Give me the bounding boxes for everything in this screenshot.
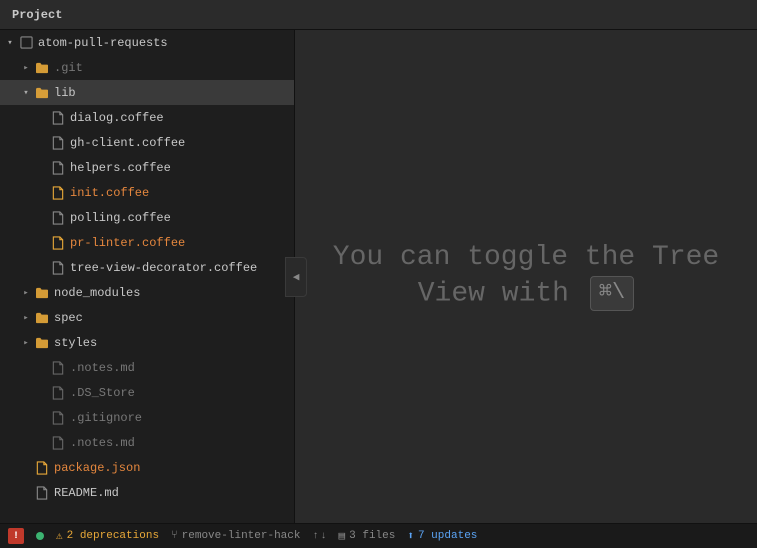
branch-icon: ⑂ bbox=[171, 530, 178, 542]
tree-item-root[interactable]: ▾ atom-pull-requests bbox=[0, 30, 294, 55]
label-readme: README.md bbox=[54, 486, 294, 500]
icon-root bbox=[18, 35, 34, 51]
tree-item-gitignore[interactable]: ▸ .gitignore bbox=[0, 405, 294, 430]
icon-notes2 bbox=[50, 435, 66, 451]
icon-package bbox=[34, 460, 50, 476]
updates-icon: ⬆ bbox=[407, 529, 414, 543]
toggle-tree-view-button[interactable]: ◀ bbox=[285, 257, 307, 297]
tree-item-polling[interactable]: ▸ polling.coffee bbox=[0, 205, 294, 230]
icon-notes1 bbox=[50, 360, 66, 376]
label-node_modules: node_modules bbox=[54, 286, 294, 300]
connection-status-dot bbox=[36, 532, 44, 540]
tree-item-notes1[interactable]: ▸ .notes.md bbox=[0, 355, 294, 380]
tree-arrow-root: ▾ bbox=[4, 37, 16, 49]
icon-gitignore bbox=[50, 410, 66, 426]
icon-lib bbox=[34, 85, 50, 101]
label-helpers: helpers.coffee bbox=[70, 161, 294, 175]
updates-count[interactable]: ⬆ 7 updates bbox=[407, 529, 477, 543]
icon-node_modules bbox=[34, 285, 50, 301]
tree-arrow-node_modules: ▸ bbox=[20, 287, 32, 299]
tree-item-dialog[interactable]: ▸ dialog.coffee bbox=[0, 105, 294, 130]
files-count: ▤ 3 files bbox=[339, 529, 396, 543]
label-gitignore: .gitignore bbox=[70, 411, 294, 425]
icon-tree-view bbox=[50, 260, 66, 276]
main-content: ▾ atom-pull-requests▸ .git▾ lib▸ dialog.… bbox=[0, 30, 757, 523]
icon-helpers bbox=[50, 160, 66, 176]
label-spec: spec bbox=[54, 311, 294, 325]
icon-init bbox=[50, 185, 66, 201]
tree-item-package[interactable]: ▸ package.json bbox=[0, 455, 294, 480]
git-branch[interactable]: ⑂ remove-linter-hack bbox=[171, 530, 300, 542]
icon-pr-linter bbox=[50, 235, 66, 251]
scroll-arrows[interactable]: ↑ ↓ bbox=[312, 531, 326, 542]
title-bar: Project bbox=[0, 0, 757, 30]
arrow-down-icon[interactable]: ↓ bbox=[321, 531, 327, 542]
tree-item-tree-view[interactable]: ▸ tree-view-decorator.coffee bbox=[0, 255, 294, 280]
label-polling: polling.coffee bbox=[70, 211, 294, 225]
label-ds_store: .DS_Store bbox=[70, 386, 294, 400]
tree-item-init[interactable]: ▸ init.coffee bbox=[0, 180, 294, 205]
hint-text: You can toggle the Tree View with ⌘\ bbox=[313, 220, 739, 333]
icon-ghclient bbox=[50, 135, 66, 151]
label-package: package.json bbox=[54, 461, 294, 475]
label-dialog: dialog.coffee bbox=[70, 111, 294, 125]
tree-item-ghclient[interactable]: ▸ gh-client.coffee bbox=[0, 130, 294, 155]
tree-item-lib[interactable]: ▾ lib bbox=[0, 80, 294, 105]
icon-readme bbox=[34, 485, 50, 501]
deprecations-warning[interactable]: ⚠ 2 deprecations bbox=[56, 529, 159, 543]
status-bar: ! ⚠ 2 deprecations ⑂ remove-linter-hack … bbox=[0, 523, 757, 548]
tree-item-git[interactable]: ▸ .git bbox=[0, 55, 294, 80]
sidebar-tree-view[interactable]: ▾ atom-pull-requests▸ .git▾ lib▸ dialog.… bbox=[0, 30, 295, 523]
tree-arrow-git: ▸ bbox=[20, 62, 32, 74]
files-text: 3 files bbox=[349, 530, 395, 542]
label-tree-view: tree-view-decorator.coffee bbox=[70, 261, 294, 275]
icon-git bbox=[34, 60, 50, 76]
icon-polling bbox=[50, 210, 66, 226]
project-title: Project bbox=[12, 8, 62, 22]
label-root: atom-pull-requests bbox=[38, 36, 294, 50]
icon-ds_store bbox=[50, 385, 66, 401]
label-lib: lib bbox=[54, 86, 294, 100]
tree-item-ds_store[interactable]: ▸ .DS_Store bbox=[0, 380, 294, 405]
label-notes1: .notes.md bbox=[70, 361, 294, 375]
tree-item-readme[interactable]: ▸ README.md bbox=[0, 480, 294, 505]
label-styles: styles bbox=[54, 336, 294, 350]
keyboard-shortcut: ⌘\ bbox=[590, 276, 634, 311]
branch-name: remove-linter-hack bbox=[182, 530, 301, 542]
tree-item-styles[interactable]: ▸ styles bbox=[0, 330, 294, 355]
tree-arrow-spec: ▸ bbox=[20, 312, 32, 324]
tree-item-pr-linter[interactable]: ▸ pr-linter.coffee bbox=[0, 230, 294, 255]
tree-item-spec[interactable]: ▸ spec bbox=[0, 305, 294, 330]
icon-styles bbox=[34, 335, 50, 351]
label-pr-linter: pr-linter.coffee bbox=[70, 236, 294, 250]
tree-item-node_modules[interactable]: ▸ node_modules bbox=[0, 280, 294, 305]
tree-arrow-styles: ▸ bbox=[20, 337, 32, 349]
arrow-up-icon[interactable]: ↑ bbox=[312, 531, 318, 542]
label-init: init.coffee bbox=[70, 186, 294, 200]
warning-triangle-icon: ⚠ bbox=[56, 529, 63, 543]
tree-arrow-lib: ▾ bbox=[20, 87, 32, 99]
tree-item-notes2[interactable]: ▸ .notes.md bbox=[0, 430, 294, 455]
error-icon: ! bbox=[8, 528, 24, 544]
tree-item-helpers[interactable]: ▸ helpers.coffee bbox=[0, 155, 294, 180]
label-notes2: .notes.md bbox=[70, 436, 294, 450]
label-ghclient: gh-client.coffee bbox=[70, 136, 294, 150]
icon-dialog bbox=[50, 110, 66, 126]
label-git: .git bbox=[54, 61, 294, 75]
files-icon: ▤ bbox=[339, 529, 346, 543]
updates-text: 7 updates bbox=[418, 530, 477, 542]
icon-spec bbox=[34, 310, 50, 326]
right-panel: You can toggle the Tree View with ⌘\ bbox=[295, 30, 757, 523]
deprecations-count: 2 deprecations bbox=[67, 530, 159, 542]
